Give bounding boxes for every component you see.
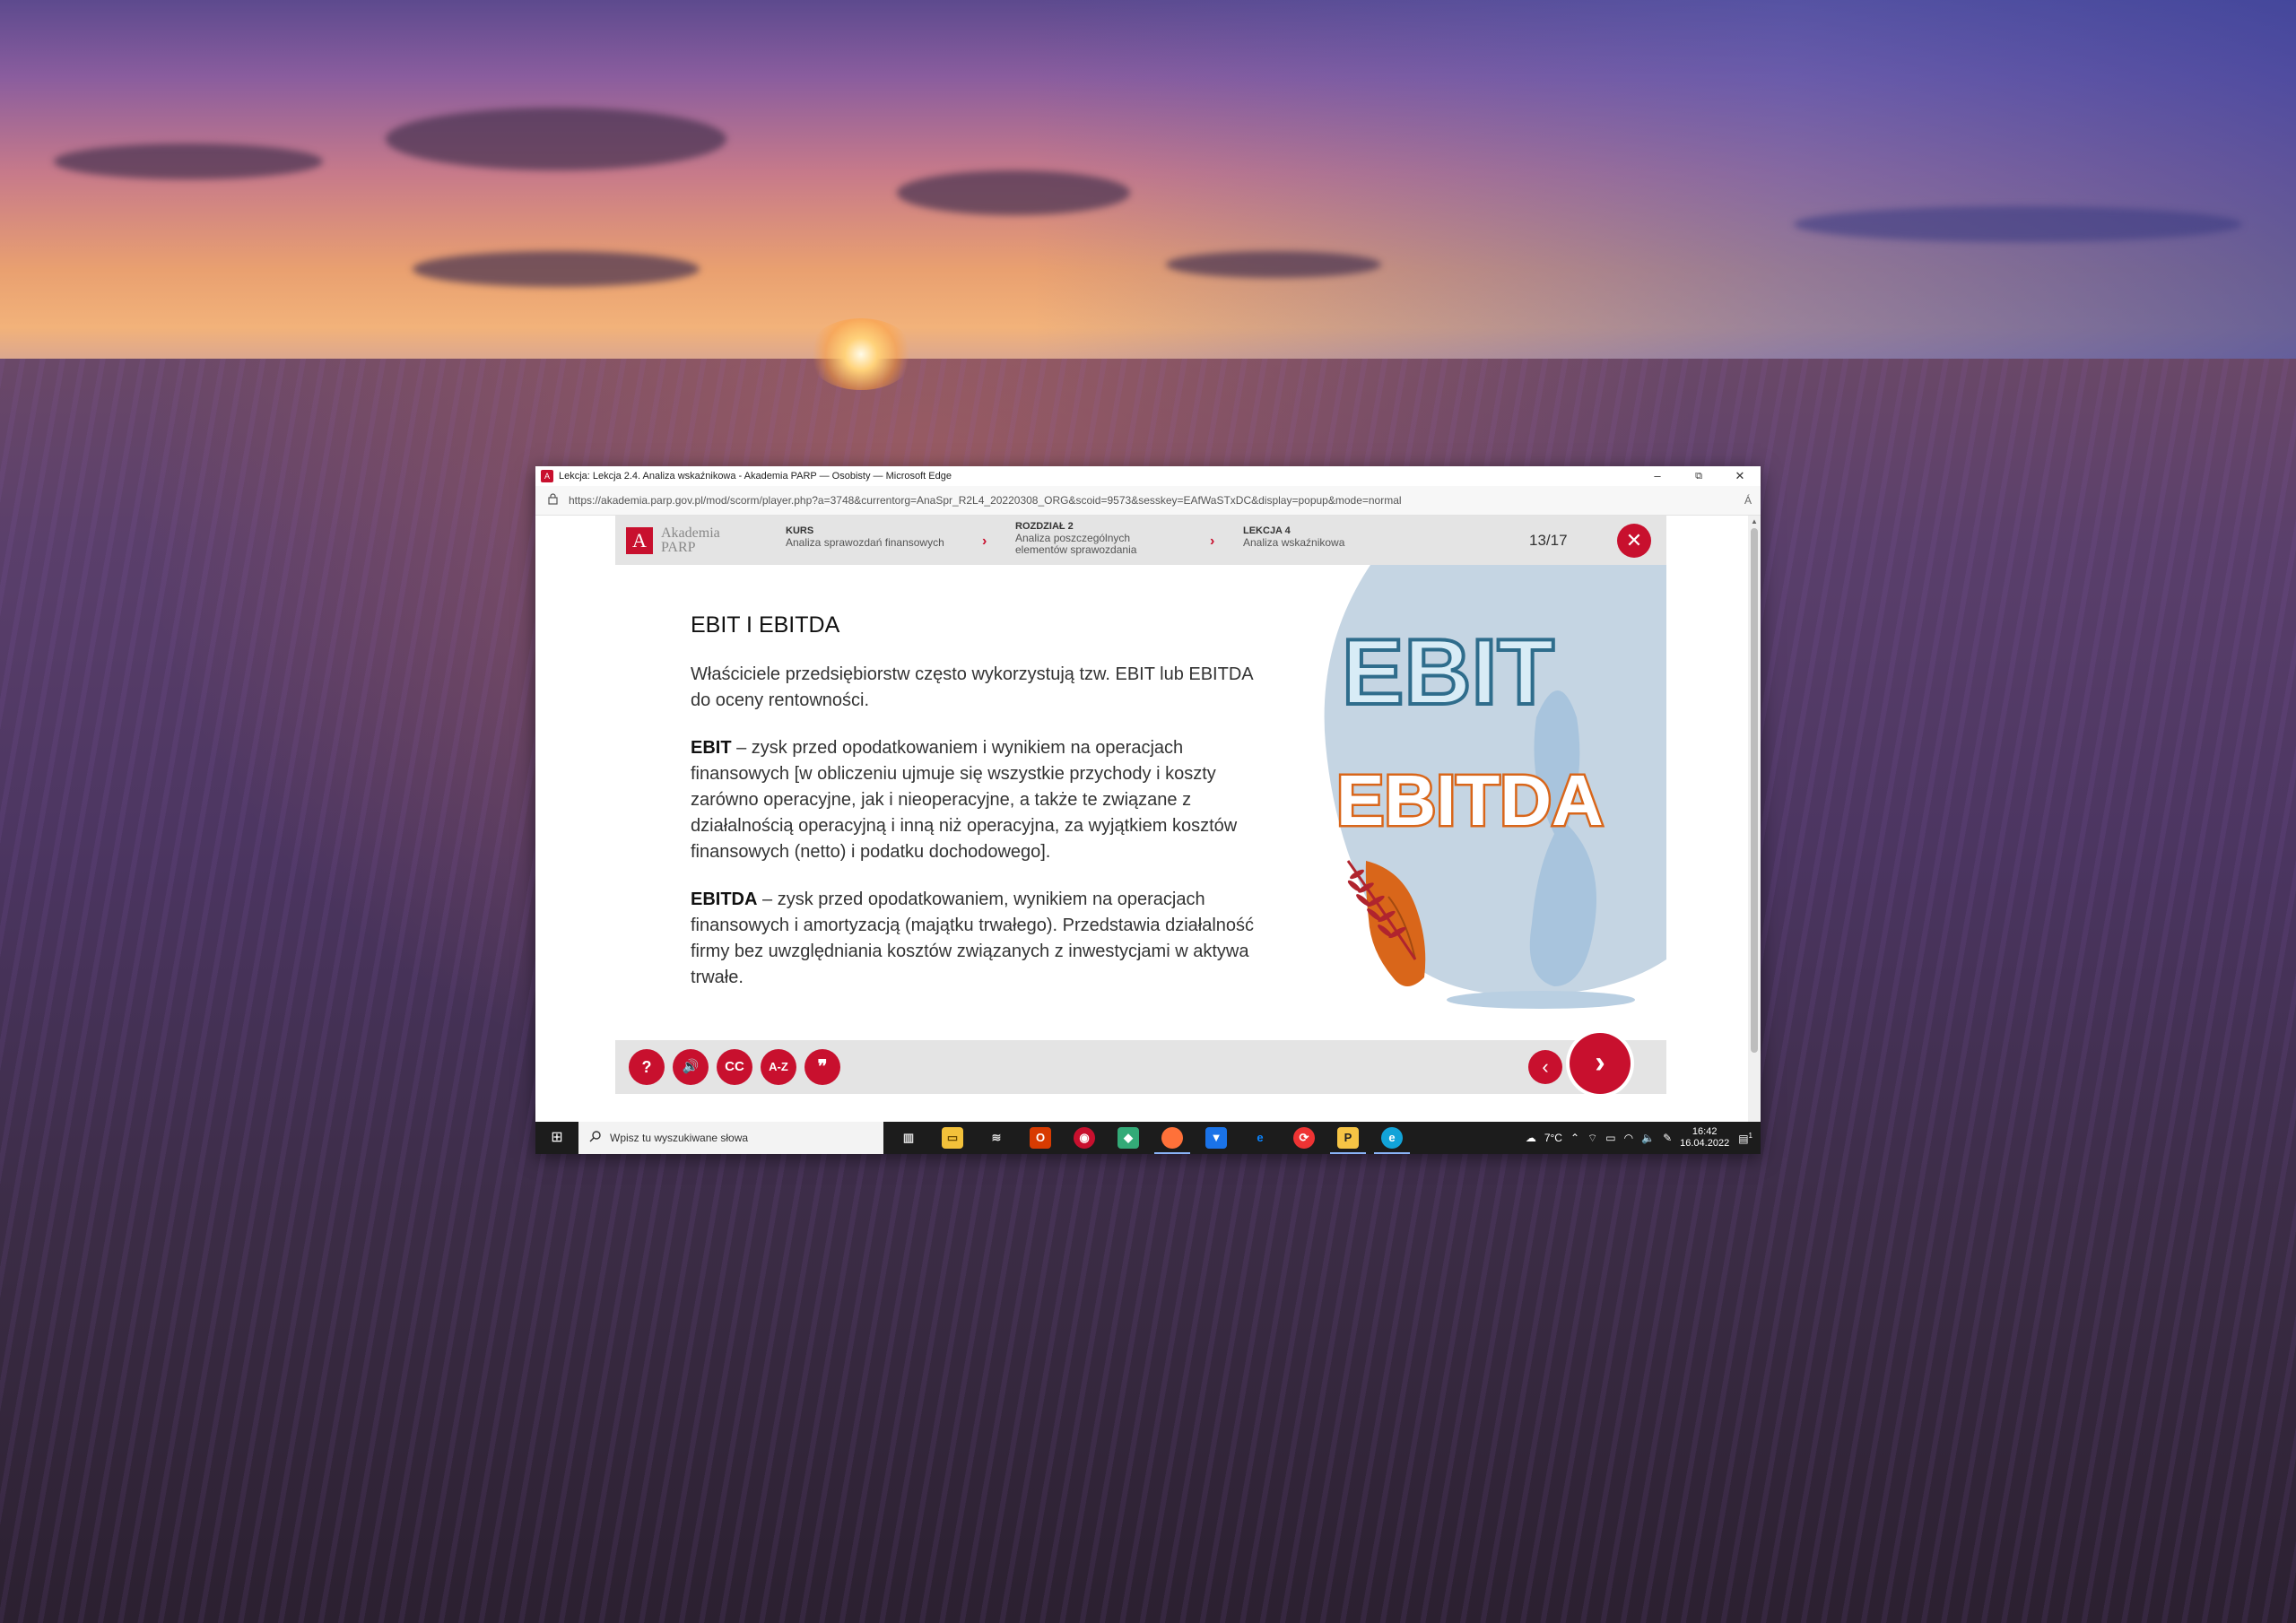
wallpaper-cloud bbox=[1166, 251, 1381, 278]
notifications-icon[interactable]: ▤1 bbox=[1738, 1132, 1752, 1145]
glossary-button[interactable]: A-Z bbox=[761, 1049, 796, 1085]
player-controls: ? 🔊 CC A-Z ❞ ‹ › bbox=[615, 1033, 1666, 1094]
window-titlebar: A Lekcja: Lekcja 2.4. Analiza wskaźnikow… bbox=[535, 466, 1761, 486]
breadcrumb-lesson: LEKCJA 4 Analiza wskaźnikowa bbox=[1243, 525, 1344, 549]
breadcrumb-text: Analiza poszczególnych elementów sprawoz… bbox=[1015, 532, 1137, 556]
logo-line2: PARP bbox=[661, 540, 696, 555]
next-slide-button[interactable]: › bbox=[1570, 1033, 1631, 1094]
read-aloud-icon[interactable]: Á bbox=[1744, 494, 1752, 507]
captions-button[interactable]: CC bbox=[717, 1049, 752, 1085]
slide-body: Właściciele przedsiębiorstw często wykor… bbox=[691, 662, 1265, 1012]
clock[interactable]: 16:42 16.04.2022 bbox=[1680, 1126, 1729, 1150]
taskbar-search[interactable]: Wpisz tu wyszukiwane słowa bbox=[578, 1122, 883, 1154]
weather-temp[interactable]: 7°C bbox=[1544, 1132, 1562, 1144]
intro-paragraph: Właściciele przedsiębiorstw często wykor… bbox=[691, 664, 1253, 710]
app-icon[interactable]: ≋ bbox=[986, 1127, 1007, 1149]
wallpaper-cloud bbox=[413, 251, 700, 287]
page-viewport: A Akademia PARP KURS Analiza sprawozdań … bbox=[535, 516, 1746, 1154]
close-course-button[interactable]: ✕ bbox=[1617, 524, 1651, 558]
url-text[interactable]: https://akademia.parp.gov.pl/mod/scorm/p… bbox=[569, 494, 1402, 507]
breadcrumb-text: Analiza wskaźnikowa bbox=[1243, 536, 1345, 549]
firefox-icon[interactable] bbox=[1154, 1127, 1190, 1154]
breadcrumb-chapter: ROZDZIAŁ 2 Analiza poszczególnych elemen… bbox=[1015, 521, 1168, 556]
ebit-ebitda-illustration: EBIT EBITDA bbox=[1324, 565, 1666, 1009]
wallpaper-cloud bbox=[897, 170, 1130, 215]
minimize-button[interactable]: – bbox=[1637, 466, 1678, 486]
breadcrumb-course: KURS Analiza sprawozdań finansowych bbox=[786, 525, 944, 549]
scrollbar-thumb[interactable] bbox=[1751, 528, 1758, 1053]
chevron-right-icon: › bbox=[982, 534, 987, 549]
illustration-ebit-text: EBIT bbox=[1342, 621, 1554, 725]
quote-icon[interactable]: ❞ bbox=[804, 1049, 840, 1085]
system-tray: ☁ 7°C ⌃ ⌔ ▭ ◠ 🔈 ✎ 16:42 16.04.2022 ▤1 bbox=[1526, 1122, 1761, 1154]
ebitda-definition: – zysk przed opodatkowaniem, wynikiem na… bbox=[691, 890, 1255, 987]
search-placeholder: Wpisz tu wyszukiwane słowa bbox=[610, 1132, 749, 1144]
file-explorer-icon[interactable]: ▭ bbox=[942, 1127, 963, 1149]
weather-icon[interactable]: ☁ bbox=[1526, 1132, 1536, 1144]
page-scrollbar[interactable]: ▲ ▼ bbox=[1748, 516, 1761, 1154]
address-bar[interactable]: https://akademia.parp.gov.pl/mod/scorm/p… bbox=[535, 486, 1761, 516]
ebitda-paragraph: EBITDA – zysk przed opodatkowaniem, wyni… bbox=[691, 887, 1265, 991]
course-player: A Akademia PARP KURS Analiza sprawozdań … bbox=[615, 516, 1666, 1094]
window-close-button[interactable]: ✕ bbox=[1719, 466, 1761, 486]
start-button[interactable]: ⊞ bbox=[535, 1122, 578, 1154]
app-favicon-icon: A bbox=[541, 470, 553, 482]
chevron-up-icon[interactable]: ⌃ bbox=[1570, 1132, 1579, 1144]
wallpaper-sun bbox=[807, 318, 915, 390]
ebit-term: EBIT bbox=[691, 738, 732, 758]
page-counter: 13/17 bbox=[1529, 532, 1568, 549]
network-icon[interactable]: ⌔ bbox=[1587, 1132, 1597, 1145]
volume-icon[interactable]: 🔈 bbox=[1641, 1132, 1655, 1144]
security-icon[interactable]: ▼ bbox=[1205, 1127, 1227, 1149]
app-icon[interactable]: ⟳ bbox=[1293, 1127, 1315, 1149]
wallpaper-cloud bbox=[386, 108, 726, 170]
clock-date: 16.04.2022 bbox=[1680, 1138, 1730, 1149]
windows-taskbar: ⊞ Wpisz tu wyszukiwane słowa ▥ ▭ ≋ O ◉ ◆… bbox=[535, 1122, 1761, 1154]
scroll-up-icon[interactable]: ▲ bbox=[1748, 517, 1761, 525]
clock-time: 16:42 bbox=[1692, 1126, 1718, 1137]
course-header: A Akademia PARP KURS Analiza sprawozdań … bbox=[615, 516, 1666, 565]
logo-line1: Akademia bbox=[661, 525, 720, 541]
app-icon[interactable]: ◆ bbox=[1118, 1127, 1139, 1149]
breadcrumb-text: Analiza sprawozdań finansowych bbox=[786, 536, 944, 549]
edge-icon[interactable]: e bbox=[1374, 1127, 1410, 1154]
search-icon bbox=[589, 1131, 601, 1145]
wallpaper-sky bbox=[0, 0, 2296, 386]
logo-mark: A bbox=[626, 527, 653, 554]
battery-icon[interactable]: ▭ bbox=[1605, 1132, 1615, 1144]
notification-count: 1 bbox=[1748, 1131, 1752, 1140]
wallpaper-cloud bbox=[1794, 206, 2242, 242]
akademia-parp-logo[interactable]: A Akademia PARP bbox=[626, 526, 720, 555]
office-icon[interactable]: O bbox=[1030, 1127, 1051, 1149]
restore-button[interactable]: ⧉ bbox=[1678, 466, 1719, 486]
edge-legacy-icon[interactable]: e bbox=[1249, 1127, 1271, 1149]
help-button[interactable]: ? bbox=[629, 1049, 665, 1085]
app-icon[interactable]: P bbox=[1330, 1127, 1366, 1154]
previous-slide-button[interactable]: ‹ bbox=[1528, 1050, 1562, 1084]
lock-icon bbox=[548, 493, 558, 508]
illustration-ebitda-text: EBITDA bbox=[1336, 760, 1604, 840]
chevron-right-icon: › bbox=[1210, 534, 1215, 549]
wallpaper-cloud bbox=[54, 143, 323, 179]
speaker-icon[interactable]: 🔊 bbox=[673, 1049, 709, 1085]
app-icon[interactable]: ◉ bbox=[1074, 1127, 1095, 1149]
wifi-icon[interactable]: ◠ bbox=[1624, 1132, 1633, 1144]
ebit-paragraph: EBIT – zysk przed opodatkowaniem i wynik… bbox=[691, 735, 1265, 865]
pen-icon[interactable]: ✎ bbox=[1663, 1132, 1672, 1144]
task-view-icon[interactable]: ▥ bbox=[898, 1127, 919, 1149]
ebitda-term: EBITDA bbox=[691, 890, 758, 909]
browser-window: A Lekcja: Lekcja 2.4. Analiza wskaźnikow… bbox=[535, 466, 1761, 1154]
slide-title: EBIT I EBITDA bbox=[691, 612, 840, 638]
window-title: Lekcja: Lekcja 2.4. Analiza wskaźnikowa … bbox=[559, 471, 952, 482]
ebit-definition: – zysk przed opodatkowaniem i wynikiem n… bbox=[691, 738, 1238, 862]
